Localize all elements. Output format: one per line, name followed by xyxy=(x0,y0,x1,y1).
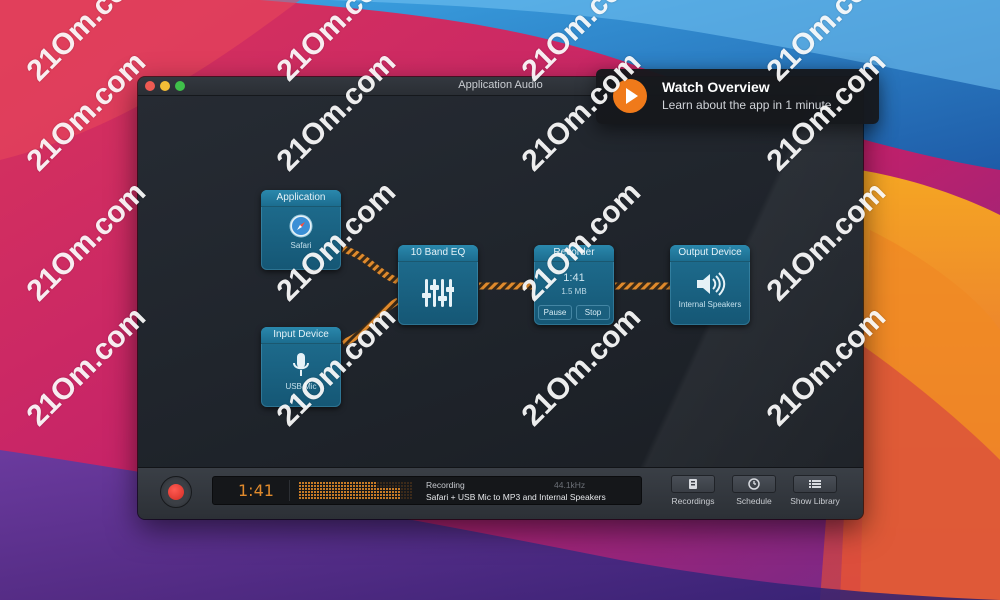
recorder-elapsed-time: 1:41 xyxy=(563,272,585,284)
bottom-toolbar: 1:41 Recording 44.1kHz Safari + USB Mic … xyxy=(138,467,863,519)
audio-routing-canvas: Application Safari Input Device USB Mic … xyxy=(138,77,863,519)
level-meter xyxy=(299,482,412,499)
node-application-title: Application xyxy=(261,190,341,207)
node-application[interactable]: Application Safari xyxy=(261,190,341,270)
wire-application-to-eq xyxy=(341,245,400,285)
node-recorder-title: Recorder xyxy=(534,245,614,262)
play-button[interactable] xyxy=(613,79,647,113)
sample-rate: 44.1kHz xyxy=(554,480,586,490)
connection-wires xyxy=(341,245,670,347)
schedule-label: Schedule xyxy=(736,496,772,506)
recordings-button[interactable]: Recordings xyxy=(668,475,718,506)
node-output-device-source: Internal Speakers xyxy=(678,300,742,309)
show-library-button[interactable]: Show Library xyxy=(786,475,844,506)
node-input-device[interactable]: Input Device USB Mic xyxy=(261,327,341,407)
notification-title: Watch Overview xyxy=(662,79,770,95)
status-display: 1:41 Recording 44.1kHz Safari + USB Mic … xyxy=(212,476,642,505)
node-recorder[interactable]: Recorder 1:41 1.5 MB Pause Stop xyxy=(534,245,614,325)
schedule-button[interactable]: Schedule xyxy=(730,475,778,506)
node-eq-title: 10 Band EQ xyxy=(398,245,478,262)
play-icon xyxy=(626,88,638,104)
node-input-device-source: USB Mic xyxy=(285,382,317,391)
notification-subtitle: Learn about the app in 1 minute xyxy=(662,98,832,112)
recordings-label: Recordings xyxy=(671,496,715,506)
microphone-icon xyxy=(293,353,309,376)
equalizer-icon xyxy=(422,279,454,307)
node-input-device-title: Input Device xyxy=(261,327,341,344)
recorder-file-size: 1.5 MB xyxy=(561,287,587,296)
recorder-pause-button[interactable]: Pause xyxy=(538,305,572,320)
compass-icon xyxy=(289,214,313,238)
record-button[interactable] xyxy=(160,476,192,508)
recorder-stop-button[interactable]: Stop xyxy=(576,305,610,320)
node-output-device[interactable]: Output Device Internal Speakers xyxy=(670,245,750,325)
clock-icon xyxy=(748,478,760,490)
record-icon xyxy=(168,484,184,500)
app-window: Application Audio Application Safari Inp… xyxy=(138,77,863,519)
node-output-device-title: Output Device xyxy=(670,245,750,262)
node-application-source: Safari xyxy=(290,241,312,250)
elapsed-timer: 1:41 xyxy=(238,481,274,500)
display-divider xyxy=(289,480,290,501)
wire-input-to-eq xyxy=(341,297,400,347)
routing-summary: Safari + USB Mic to MP3 and Internal Spe… xyxy=(426,492,606,502)
show-library-label: Show Library xyxy=(790,496,840,506)
list-icon xyxy=(809,480,821,488)
recordings-icon xyxy=(689,479,697,489)
recording-status: Recording xyxy=(426,480,465,490)
node-eq[interactable]: 10 Band EQ xyxy=(398,245,478,325)
speaker-icon xyxy=(697,272,726,296)
watch-overview-banner[interactable]: Watch Overview Learn about the app in 1 … xyxy=(596,69,879,124)
